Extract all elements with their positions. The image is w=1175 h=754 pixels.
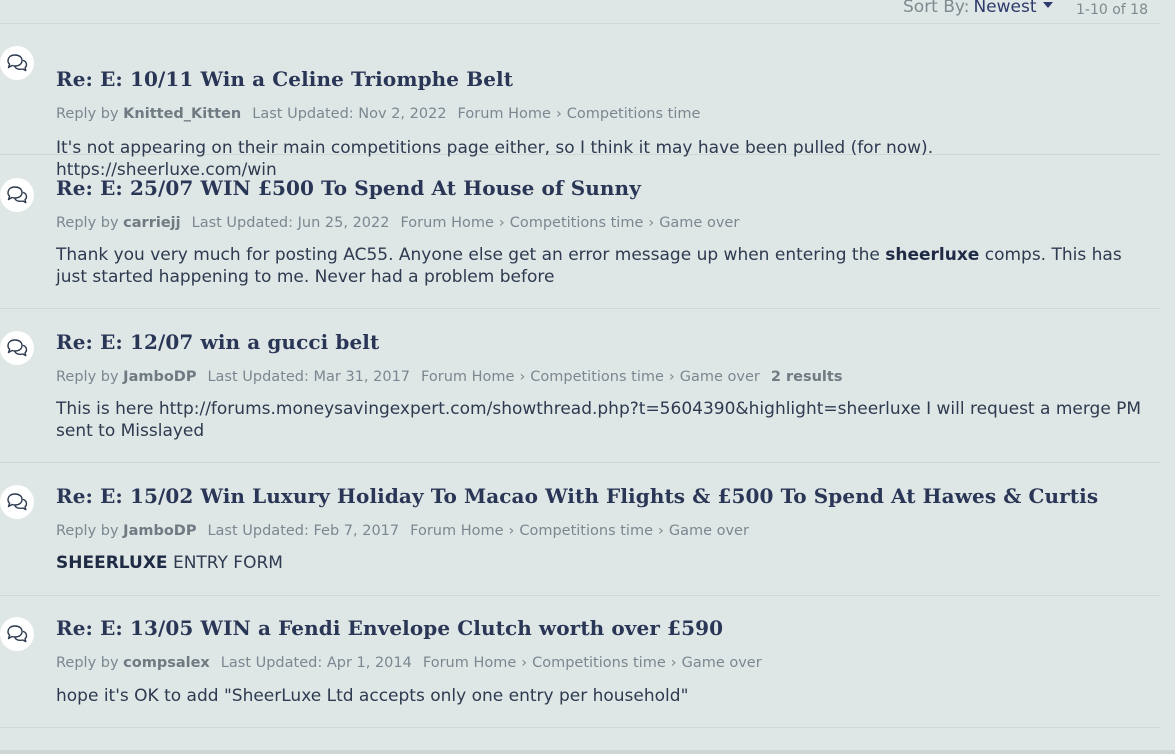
breadcrumb: Forum Home › Competitions time › Game over	[410, 523, 749, 539]
reply-by-label: Reply by	[56, 215, 119, 231]
snippet-text: Thank you very much for posting AC55. An…	[56, 245, 886, 265]
search-result-item: Re: E: 10/11 Win a Celine Triomphe Belt …	[0, 24, 1160, 180]
breadcrumb-link[interactable]: Competitions time	[519, 523, 653, 539]
breadcrumb-link[interactable]: Game over	[682, 655, 762, 671]
result-title-link[interactable]: Re: E: 15/02 Win Luxury Holiday To Macao…	[56, 484, 1098, 508]
reply-by-label: Reply by	[56, 106, 119, 122]
search-results-page: Sort By: Newest 1-10 of 18 Re: E: 10/11 W…	[0, 0, 1175, 754]
search-result-item: Re: E: 15/02 Win Luxury Holiday To Macao…	[0, 463, 1160, 596]
breadcrumb-link[interactable]: Competitions time	[510, 215, 644, 231]
result-title-link[interactable]: Re: E: 10/11 Win a Celine Triomphe Belt	[56, 67, 513, 91]
breadcrumb-separator: ›	[508, 523, 515, 539]
result-title-link[interactable]: Re: E: 12/07 win a gucci belt	[56, 330, 379, 354]
last-updated: Last Updated: Jun 25, 2022	[191, 215, 390, 231]
author-link[interactable]: carriejj	[123, 215, 180, 231]
reply-by-label: Reply by	[56, 655, 119, 671]
conversation-icon	[0, 485, 34, 519]
breadcrumb-link[interactable]: Game over	[659, 215, 739, 231]
speech-bubbles-icon	[7, 54, 28, 72]
breadcrumb-link[interactable]: Forum Home	[410, 523, 503, 539]
sort-label: Sort By:	[903, 0, 970, 17]
breadcrumb-link[interactable]: Forum Home	[458, 106, 551, 122]
result-meta: Reply by JamboDP Last Updated: Feb 7, 201…	[56, 523, 749, 539]
breadcrumb-link[interactable]: Game over	[680, 369, 760, 385]
breadcrumb-link[interactable]: Competitions time	[530, 369, 664, 385]
conversation-icon	[0, 46, 34, 80]
sort-control[interactable]: Sort By: Newest	[903, 0, 1053, 17]
speech-bubbles-icon	[7, 186, 28, 204]
speech-bubbles-icon	[7, 339, 28, 357]
snippet-highlight: SHEERLUXE	[56, 553, 168, 573]
result-meta: Reply by JamboDP Last Updated: Mar 31, 20…	[56, 369, 842, 385]
result-meta: Reply by Knitted_Kitten Last Updated: Nov…	[56, 106, 700, 122]
breadcrumb-separator: ›	[519, 369, 526, 385]
snippet-text: hope it's OK to add "SheerLuxe Ltd accep…	[56, 686, 689, 706]
search-result-item: Re: E: 12/07 win a gucci belt Reply by J…	[0, 309, 1160, 463]
snippet-highlight: sheerluxe	[885, 245, 980, 265]
conversation-icon	[0, 617, 34, 651]
speech-bubbles-icon	[7, 493, 28, 511]
snippet-text-end: ENTRY FORM	[167, 553, 283, 573]
breadcrumb-link[interactable]: Competitions time	[567, 106, 701, 122]
last-updated: Last Updated: Apr 1, 2014	[220, 655, 412, 671]
breadcrumb-link[interactable]: Forum Home	[421, 369, 514, 385]
results-toolbar: Sort By: Newest 1-10 of 18	[0, 0, 1160, 24]
result-meta: Reply by compsalex Last Updated: Apr 1, 2…	[56, 655, 762, 671]
breadcrumb: Forum Home › Competitions time › Game over	[400, 215, 739, 231]
breadcrumb-separator: ›	[648, 215, 655, 231]
last-updated: Last Updated: Feb 7, 2017	[207, 523, 400, 539]
chevron-down-icon[interactable]	[1042, 2, 1053, 8]
result-meta: Reply by carriejj Last Updated: Jun 25, 2…	[56, 215, 739, 231]
search-result-item: Re: E: 25/07 WIN £500 To Spend At House …	[0, 155, 1160, 309]
reply-by-label: Reply by	[56, 523, 119, 539]
breadcrumb-link[interactable]: Forum Home	[400, 215, 493, 231]
result-snippet: hope it's OK to add "SheerLuxe Ltd accep…	[56, 685, 1146, 707]
breadcrumb: Forum Home › Competitions time › Game over	[423, 655, 762, 671]
conversation-icon	[0, 331, 34, 365]
breadcrumb-link[interactable]: Forum Home	[423, 655, 516, 671]
breadcrumb-separator: ›	[668, 369, 675, 385]
results-count: 1-10 of 18	[1076, 2, 1148, 18]
reply-by-label: Reply by	[56, 369, 119, 385]
author-link[interactable]: JamboDP	[123, 369, 196, 385]
breadcrumb-link[interactable]: Competitions time	[532, 655, 666, 671]
sort-value[interactable]: Newest	[973, 0, 1036, 17]
conversation-icon	[0, 178, 34, 212]
breadcrumb-separator: ›	[498, 215, 505, 231]
snippet-text: This is here http://forums.moneysavingex…	[56, 399, 1142, 441]
result-snippet: Thank you very much for posting AC55. An…	[56, 244, 1146, 288]
author-link[interactable]: compsalex	[123, 655, 210, 671]
author-link[interactable]: Knitted_Kitten	[123, 106, 241, 122]
breadcrumb-separator: ›	[670, 655, 677, 671]
last-updated: Last Updated: Mar 31, 2017	[207, 369, 411, 385]
result-snippet: SHEERLUXE ENTRY FORM	[56, 552, 1146, 574]
breadcrumb-link[interactable]: Game over	[669, 523, 749, 539]
result-snippet: This is here http://forums.moneysavingex…	[56, 398, 1146, 442]
breadcrumb: Forum Home › Competitions time › Game over	[421, 369, 760, 385]
breadcrumb-separator: ›	[658, 523, 664, 539]
breadcrumb: Forum Home › Competitions time	[458, 106, 701, 122]
search-result-item: Re: E: 13/05 WIN a Fendi Envelope Clutch…	[0, 596, 1160, 728]
breadcrumb-separator: ›	[555, 106, 562, 122]
last-updated: Last Updated: Nov 2, 2022	[252, 106, 447, 122]
author-link[interactable]: JamboDP	[123, 523, 196, 539]
result-title-link[interactable]: Re: E: 13/05 WIN a Fendi Envelope Clutch…	[56, 616, 723, 640]
speech-bubbles-icon	[7, 625, 28, 643]
results-badge[interactable]: 2 results	[771, 369, 843, 385]
result-title-link[interactable]: Re: E: 25/07 WIN £500 To Spend At House …	[56, 176, 641, 200]
bottom-divider	[0, 750, 1175, 754]
breadcrumb-separator: ›	[521, 655, 528, 671]
